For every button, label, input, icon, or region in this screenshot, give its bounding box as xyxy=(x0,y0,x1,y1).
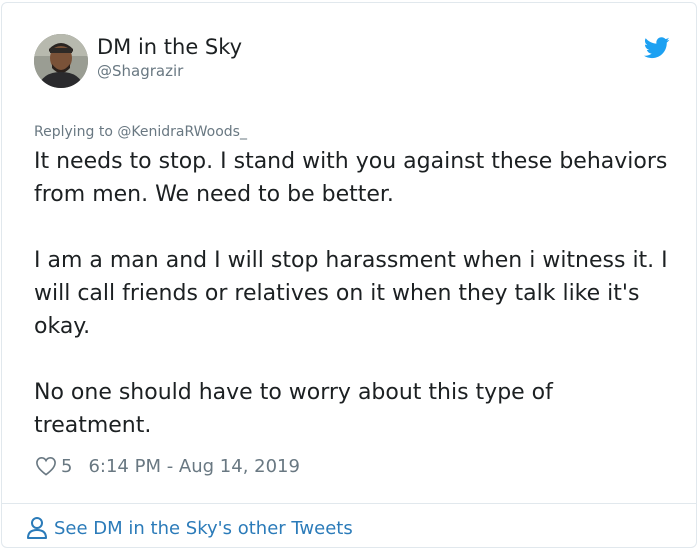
see-other-tweets-link[interactable]: See DM in the Sky's other Tweets xyxy=(26,515,353,541)
user-handle[interactable]: @Shagrazir xyxy=(97,61,183,81)
tweet-text: It needs to stop. I stand with you again… xyxy=(34,145,674,442)
tweet-card: DM in the Sky @Shagrazir Replying to @Ke… xyxy=(1,2,697,548)
see-other-tweets-label: See DM in the Sky's other Tweets xyxy=(54,517,353,539)
like-count[interactable]: 5 xyxy=(61,456,72,477)
twitter-bird-icon[interactable] xyxy=(644,37,670,59)
tweet-paragraph: No one should have to worry about this t… xyxy=(34,380,553,438)
avatar[interactable] xyxy=(34,34,88,88)
person-icon xyxy=(27,517,47,539)
timestamp[interactable]: 6:14 PM - Aug 14, 2019 xyxy=(88,456,300,477)
avatar-image xyxy=(34,34,88,88)
display-name[interactable]: DM in the Sky xyxy=(97,34,242,60)
divider xyxy=(2,503,696,504)
tweet-meta: 5 6:14 PM - Aug 14, 2019 xyxy=(35,454,300,478)
tweet-paragraph: I am a man and I will stop harassment wh… xyxy=(34,248,668,339)
heart-icon[interactable] xyxy=(35,456,57,476)
replying-to[interactable]: Replying to @KenidraRWoods_ xyxy=(34,123,247,141)
tweet-paragraph: It needs to stop. I stand with you again… xyxy=(34,149,668,207)
